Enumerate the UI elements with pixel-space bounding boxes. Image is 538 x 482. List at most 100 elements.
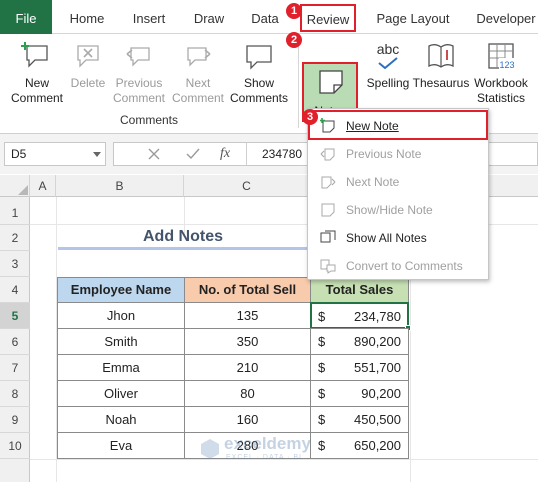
step-badge-3: 3 xyxy=(302,109,318,125)
row-header-10[interactable]: 10 xyxy=(0,433,30,459)
next-comment-label-2: Comment xyxy=(171,91,224,105)
step-badge-1: 1 xyxy=(286,3,302,19)
header-employee-name[interactable]: Employee Name xyxy=(57,277,185,303)
spelling-icon: abc xyxy=(364,40,412,76)
menu-item-previous-note[interactable]: Previous Note xyxy=(308,140,488,168)
cell-employee-name[interactable]: Jhon xyxy=(57,302,185,329)
column-header-b[interactable]: B xyxy=(56,175,184,197)
tab-home[interactable]: Home xyxy=(62,0,112,34)
watermark-name: exceldemy xyxy=(224,434,311,453)
spelling-abc-glyph: abc xyxy=(376,41,400,57)
show-hide-note-icon xyxy=(321,203,335,217)
menu-item-convert-to-comments[interactable]: Convert to Comments xyxy=(308,252,488,280)
new-comment-icon xyxy=(21,42,48,68)
show-comments-label-2: Comments xyxy=(229,91,288,105)
cell-total-sell[interactable]: 210 xyxy=(184,354,311,381)
row-header-1[interactable]: 1 xyxy=(0,197,30,225)
gridline xyxy=(410,280,411,482)
tab-developer[interactable]: Developer xyxy=(470,0,538,34)
enter-check-icon[interactable] xyxy=(186,148,200,160)
new-comment-label-1: New xyxy=(24,76,49,90)
delete-comment-icon xyxy=(77,45,99,68)
spelling-label: Spelling xyxy=(366,76,410,90)
tab-page-layout[interactable]: Page Layout xyxy=(370,0,456,34)
sheet-title[interactable]: Add Notes xyxy=(58,224,308,250)
tab-data[interactable]: Data xyxy=(244,0,286,34)
show-comments-button[interactable]: Show Comments xyxy=(228,40,290,106)
row-header-5[interactable]: 5 xyxy=(0,303,30,329)
name-box-value: D5 xyxy=(11,147,27,161)
cell-total-sales[interactable]: $ 890,200 xyxy=(310,328,409,355)
sales-value: 90,200 xyxy=(361,386,401,401)
workbook-statistics-label-1: Workbook xyxy=(474,76,528,90)
show-comments-label-1: Show xyxy=(243,76,275,90)
comments-group-label: Comments xyxy=(119,113,178,127)
column-header-c[interactable]: C xyxy=(184,175,310,197)
delete-comment-button[interactable]: Delete xyxy=(66,40,110,91)
tab-review[interactable]: Review xyxy=(300,4,356,32)
cell-total-sales-selected[interactable]: $ 234,780 xyxy=(310,302,409,329)
cell-employee-name[interactable]: Smith xyxy=(57,328,185,355)
spelling-button[interactable]: abc Spelling xyxy=(364,40,412,91)
cell-total-sales[interactable]: $ 90,200 xyxy=(310,380,409,407)
cell-employee-name[interactable]: Eva xyxy=(57,432,185,459)
row-header-4[interactable]: 4 xyxy=(0,277,30,303)
row-header-2[interactable]: 2 xyxy=(0,225,30,251)
tab-draw[interactable]: Draw xyxy=(186,0,232,34)
row-header-8[interactable]: 8 xyxy=(0,381,30,407)
convert-to-comments-label: Convert to Comments xyxy=(346,259,463,273)
column-header-a[interactable]: A xyxy=(30,175,56,197)
header-total-sales[interactable]: Total Sales xyxy=(310,277,409,303)
show-hide-note-label: Show/Hide Note xyxy=(346,203,433,217)
next-note-label: Next Note xyxy=(346,175,400,189)
cell-employee-name[interactable]: Emma xyxy=(57,354,185,381)
row-header-3[interactable]: 3 xyxy=(0,251,30,277)
watermark-tagline: EXCEL · DATA · BI xyxy=(226,454,302,461)
check-icon xyxy=(378,57,398,69)
tab-file[interactable]: File xyxy=(0,0,52,34)
cell-total-sales[interactable]: $ 551,700 xyxy=(310,354,409,381)
select-all-corner[interactable] xyxy=(0,175,30,197)
workbook-statistics-button[interactable]: 123 Workbook Statistics xyxy=(470,40,532,106)
row-header-6[interactable]: 6 xyxy=(0,329,30,355)
menu-item-show-all-notes[interactable]: Show All Notes xyxy=(308,224,488,252)
cell-total-sell[interactable]: 350 xyxy=(184,328,311,355)
tab-insert[interactable]: Insert xyxy=(124,0,174,34)
next-comment-icon xyxy=(187,47,211,67)
watermark-logo-icon xyxy=(201,439,219,459)
formula-value: 234780 xyxy=(262,147,303,161)
cell-total-sell[interactable]: 135 xyxy=(184,302,311,329)
watermark: exceldemy EXCEL · DATA · BI xyxy=(200,434,350,468)
workbook-statistics-icon: 123 xyxy=(488,43,515,70)
thesaurus-button[interactable]: Thesaurus xyxy=(412,40,470,91)
cell-total-sales[interactable]: $ 450,500 xyxy=(310,406,409,433)
chevron-down-icon xyxy=(93,152,101,157)
name-box[interactable]: D5 xyxy=(4,142,106,166)
next-comment-button[interactable]: Next Comment xyxy=(170,40,226,106)
formula-separator xyxy=(246,143,247,165)
new-comment-button[interactable]: New Comment xyxy=(8,40,66,106)
sales-value: 234,780 xyxy=(354,309,401,324)
select-all-icon xyxy=(18,185,28,195)
ribbon-separator xyxy=(298,40,299,128)
cell-total-sell[interactable]: 160 xyxy=(184,406,311,433)
step-badge-2: 2 xyxy=(286,32,302,48)
cancel-icon[interactable] xyxy=(148,148,160,160)
header-total-sell[interactable]: No. of Total Sell xyxy=(184,277,311,303)
cell-employee-name[interactable]: Oliver xyxy=(57,380,185,407)
previous-comment-button[interactable]: Previous Comment xyxy=(110,40,168,106)
row-header-7[interactable]: 7 xyxy=(0,355,30,381)
next-note-icon xyxy=(321,176,336,189)
cell-employee-name[interactable]: Noah xyxy=(57,406,185,433)
row-headers: 1 2 3 4 5 6 7 8 9 10 xyxy=(0,197,30,482)
previous-comment-icon xyxy=(126,47,150,67)
insert-function-icon[interactable]: fx xyxy=(220,146,230,162)
cell-total-sell[interactable]: 80 xyxy=(184,380,311,407)
next-comment-label-1: Next xyxy=(185,76,211,90)
previous-note-label: Previous Note xyxy=(346,147,422,161)
menu-item-show-hide-note[interactable]: Show/Hide Note xyxy=(308,196,488,224)
previous-comment-label-1: Previous xyxy=(115,76,163,90)
menu-item-next-note[interactable]: Next Note xyxy=(308,168,488,196)
row-header-9[interactable]: 9 xyxy=(0,407,30,433)
sales-value: 890,200 xyxy=(354,334,401,349)
